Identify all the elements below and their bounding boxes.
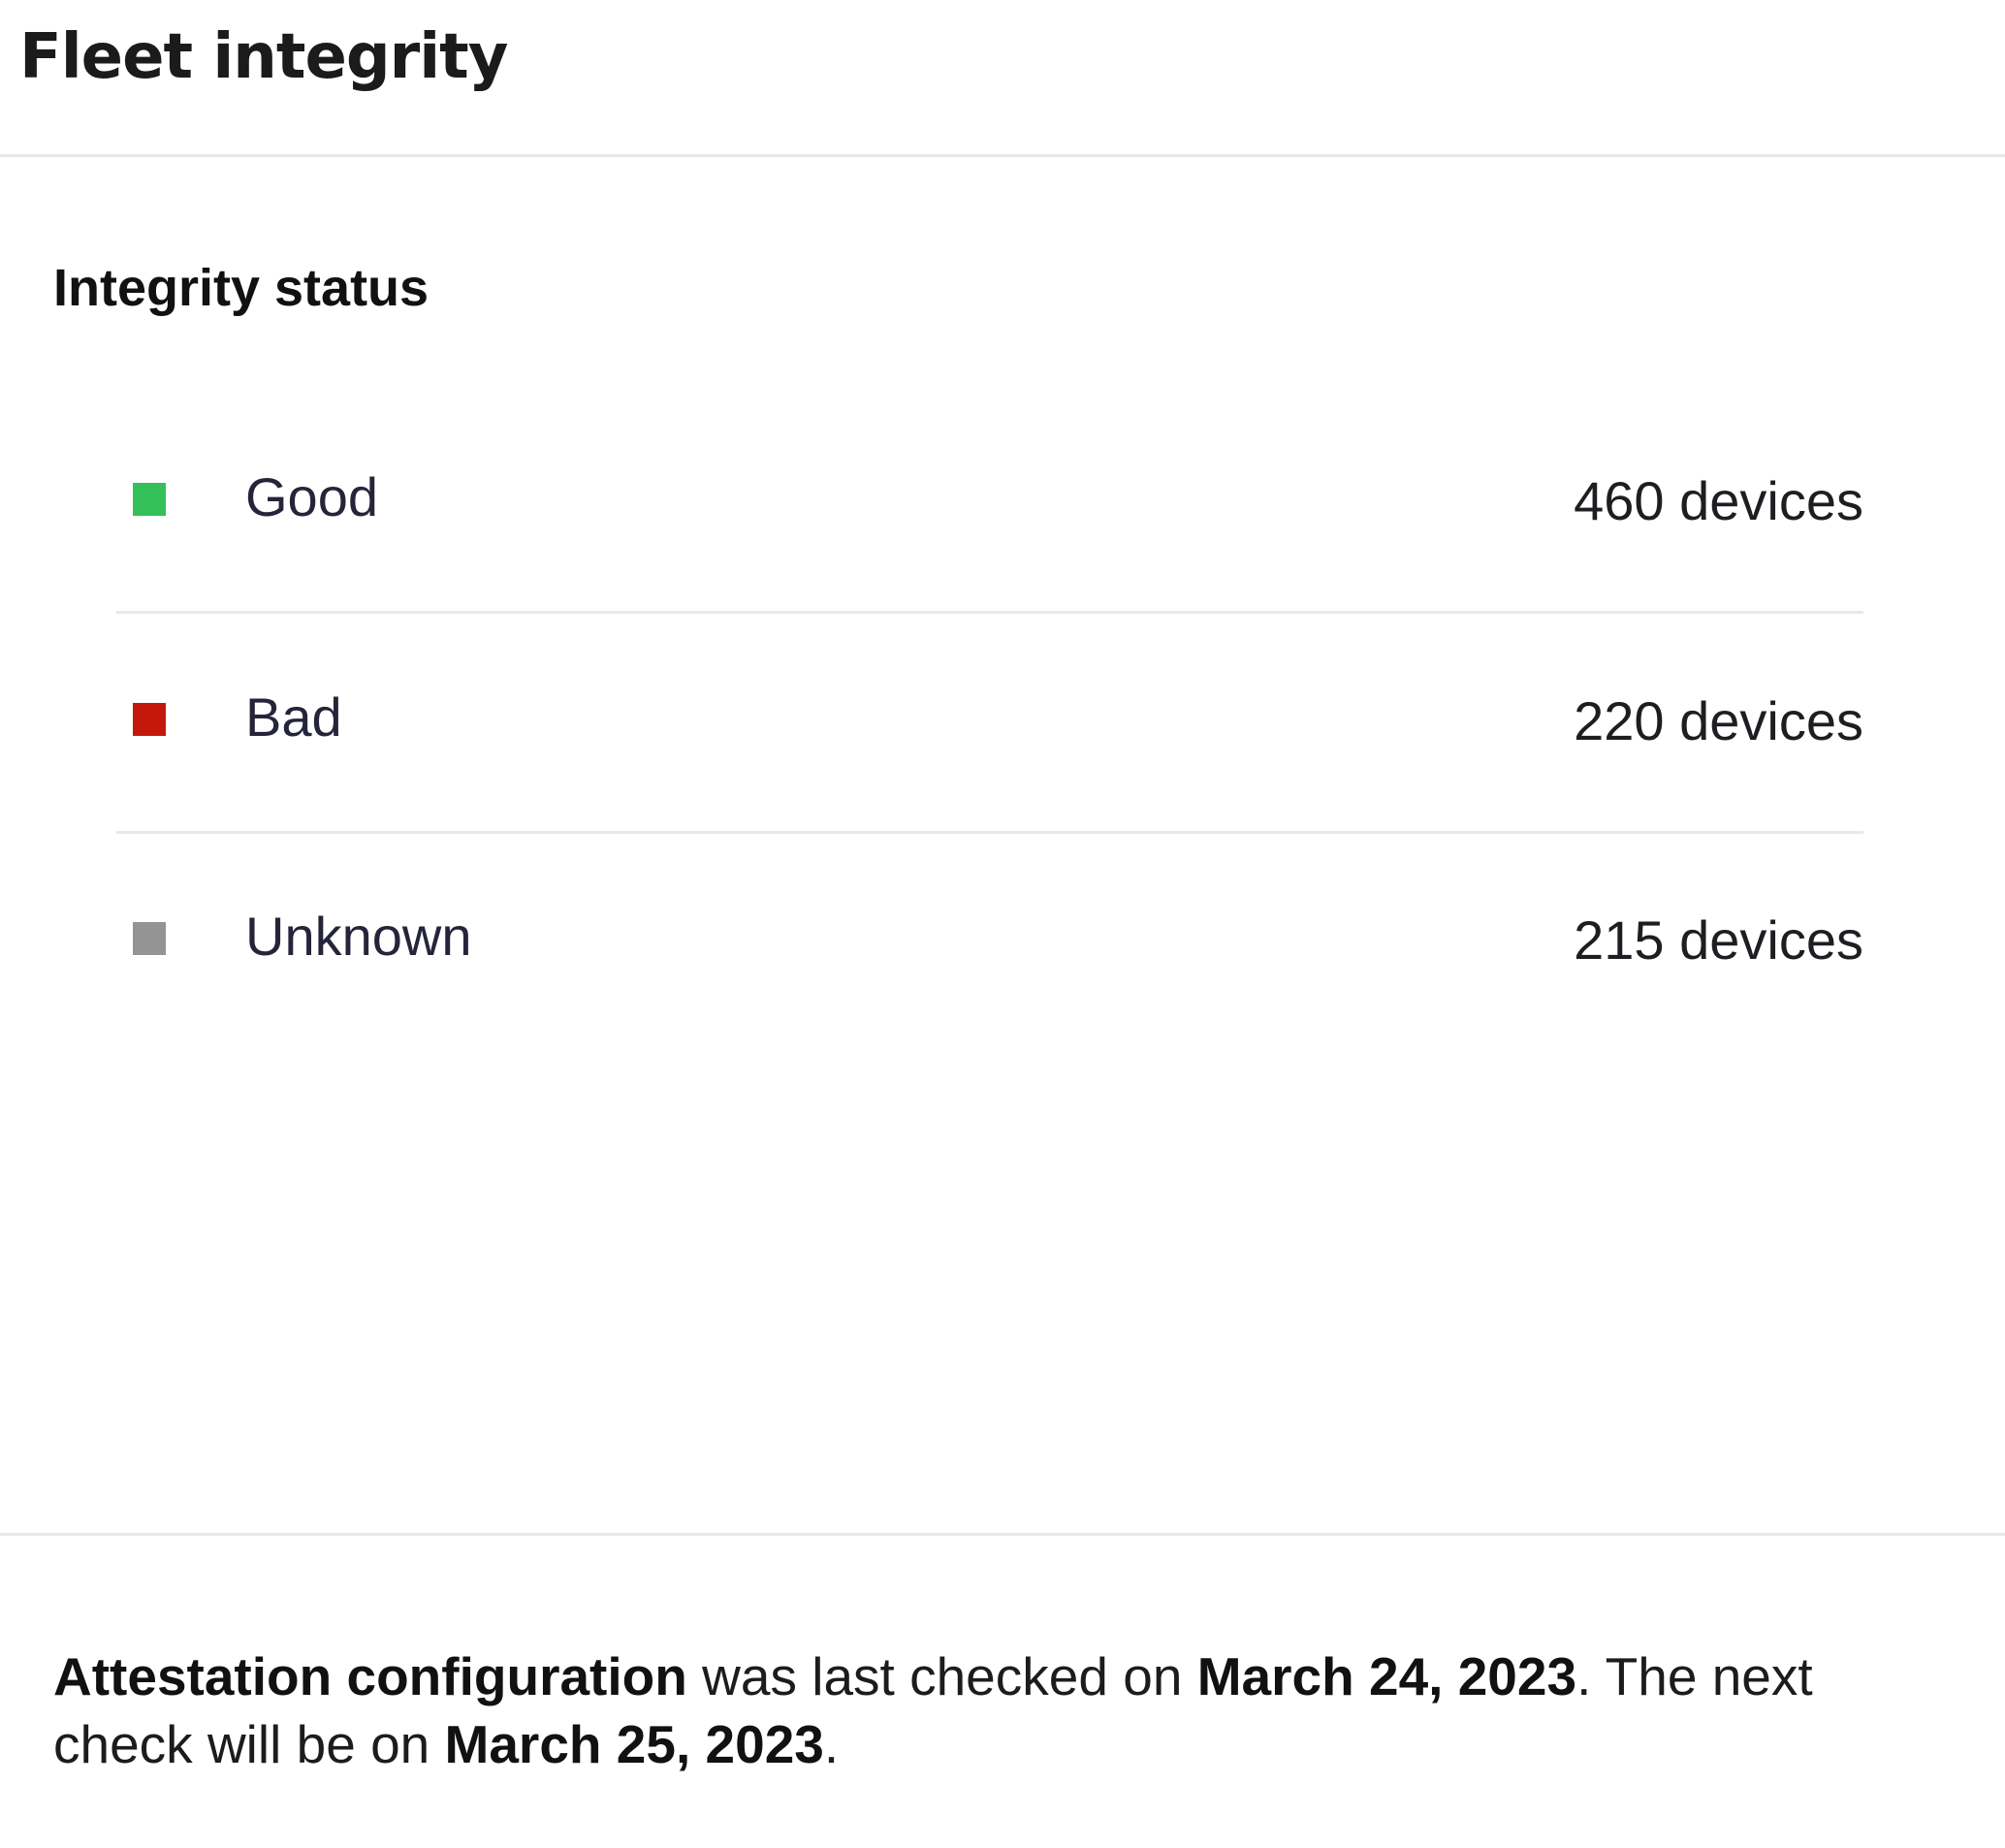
status-count-bad: 220 devices — [1574, 690, 1863, 751]
status-label-unknown: Unknown — [245, 906, 472, 967]
status-count-unknown: 215 devices — [1574, 909, 1863, 971]
card-footer: Attestation configuration was last check… — [0, 1533, 2005, 1848]
card-title: Fleet integrity — [19, 21, 508, 93]
fleet-integrity-card: Fleet integrity Integrity status Good 46… — [0, 0, 2005, 1848]
summary-text-1: was last checked on — [686, 1646, 1197, 1706]
integrity-status-list: Good 460 devices Bad 220 devices Unknown… — [116, 391, 1863, 1057]
next-check-date: March 25, 2023 — [444, 1714, 824, 1774]
bad-color-swatch — [133, 703, 166, 736]
card-header: Fleet integrity — [0, 0, 2005, 157]
last-checked-date: March 24, 2023 — [1196, 1646, 1577, 1706]
unknown-color-swatch — [133, 922, 166, 955]
integrity-status-heading: Integrity status — [53, 259, 430, 317]
attestation-configuration-link[interactable]: Attestation configuration — [53, 1646, 687, 1706]
good-color-swatch — [133, 483, 166, 516]
status-label-bad: Bad — [245, 686, 342, 748]
status-row-bad: Bad 220 devices — [116, 614, 1863, 834]
summary-text-3: . — [823, 1714, 840, 1774]
status-label-good: Good — [245, 466, 378, 527]
attestation-summary: Attestation configuration was last check… — [53, 1642, 1895, 1778]
status-count-good: 460 devices — [1574, 470, 1863, 531]
status-row-good: Good 460 devices — [116, 391, 1863, 614]
status-row-unknown: Unknown 215 devices — [116, 834, 1863, 1057]
